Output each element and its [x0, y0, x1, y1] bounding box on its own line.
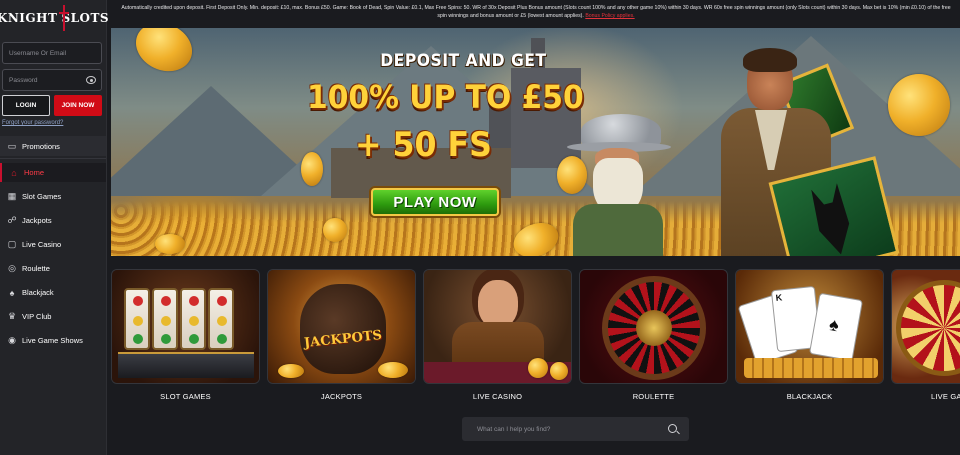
promo-banner[interactable]: DEPOSIT AND GET 100% UP TO £50 + 50 FS P… — [111, 28, 960, 256]
sidebar-divider — [0, 158, 106, 159]
sidebar-item-label: Promotions — [22, 141, 60, 151]
page-root: KNIGHT SLOTS Username Or Email Password … — [0, 0, 960, 455]
gold-coin — [155, 234, 185, 254]
home-icon: ⌂ — [11, 167, 17, 178]
game-show-wheel-art — [892, 270, 960, 383]
trophy-icon: ☍ — [7, 215, 17, 225]
category-label[interactable]: ROULETTE — [579, 392, 728, 401]
eye-icon[interactable] — [86, 76, 96, 84]
search-placeholder: What can I help you find? — [477, 425, 551, 433]
category-label[interactable]: JACKPOTS — [267, 392, 416, 401]
category-tile-slot-games[interactable] — [111, 269, 260, 384]
gift-icon: ▭ — [7, 140, 17, 151]
password-placeholder: Password — [9, 76, 38, 84]
gold-coin — [888, 74, 950, 136]
category-label[interactable]: SLOT GAMES — [111, 392, 260, 401]
sidebar-item-blackjack[interactable]: ♠ Blackjack — [0, 283, 106, 302]
gold-coin — [323, 218, 347, 242]
live-icon: ▢ — [7, 239, 17, 249]
bonus-terms-text: Automatically credited upon deposit. Fir… — [121, 5, 951, 19]
play-now-button[interactable]: PLAY NOW — [371, 188, 499, 216]
logo-text-left: KNIGHT — [0, 11, 58, 25]
login-button[interactable]: LOGIN — [2, 95, 50, 116]
sidebar-item-live-game-shows[interactable]: ◉ Live Game Shows — [0, 331, 106, 350]
roulette-wheel-art — [580, 270, 727, 383]
sidebar-item-vip-club[interactable]: ♛ VIP Club — [0, 307, 106, 326]
banner-headline-top: DEPOSIT AND GET — [380, 51, 547, 71]
username-placeholder: Username Or Email — [9, 49, 67, 57]
cards-icon: ♠ — [9, 287, 15, 298]
sidebar-item-label: Roulette — [22, 264, 50, 273]
dwarf-character — [563, 114, 678, 256]
bonus-policy-link[interactable]: Bonus Policy applies. — [585, 13, 634, 19]
category-label[interactable]: LIVE CASINO — [423, 392, 572, 401]
category-tile-live-game-shows[interactable] — [891, 269, 960, 384]
sidebar-item-roulette[interactable]: ◎ Roulette — [0, 259, 106, 278]
category-tile-jackpots[interactable]: JACKPOTS — [267, 269, 416, 384]
slot-machine-art — [112, 270, 259, 383]
sidebar-item-live-casino[interactable]: ▢ Live Casino — [0, 235, 106, 254]
game-show-icon: ◉ — [8, 335, 16, 345]
sidebar-item-label: Jackpots — [22, 216, 52, 225]
banner-headline-free-spins: + 50 FS — [355, 125, 492, 165]
sidebar-item-label: Blackjack — [22, 288, 54, 297]
sidebar-item-label: VIP Club — [22, 312, 52, 321]
join-now-button[interactable]: JOIN NOW — [54, 95, 102, 116]
gold-coin — [127, 28, 201, 81]
sidebar-item-home[interactable]: ⌂ Home — [0, 163, 106, 182]
roulette-icon: ◎ — [8, 263, 16, 273]
gold-coin — [301, 152, 323, 186]
sidebar-item-label: Slot Games — [22, 192, 62, 201]
sidebar: KNIGHT SLOTS Username Or Email Password … — [0, 0, 109, 455]
search-icon[interactable] — [668, 424, 677, 433]
username-input[interactable]: Username Or Email — [2, 42, 102, 64]
brand-logo[interactable]: KNIGHT SLOTS — [0, 0, 109, 36]
forgot-password-link[interactable]: Forgot your password? — [2, 120, 63, 126]
sidebar-item-label: Live Game Shows — [22, 336, 83, 345]
sidebar-item-slot-games[interactable]: ▦ Slot Games — [0, 187, 106, 206]
live-dealer-art — [424, 270, 571, 383]
category-tile-roulette[interactable] — [579, 269, 728, 384]
slot-machine-icon: ▦ — [7, 191, 17, 201]
jackpot-bag-art: JACKPOTS — [268, 270, 415, 383]
sidebar-item-label: Home — [24, 168, 45, 177]
crown-icon: ♛ — [7, 311, 17, 321]
sidebar-item-promotions[interactable]: ▭ Promotions — [0, 136, 106, 156]
category-label[interactable]: BLACKJACK — [735, 392, 884, 401]
category-label[interactable]: LIVE GAME SHOWS — [891, 392, 960, 401]
blackjack-cards-art — [736, 270, 883, 383]
password-input[interactable]: Password — [2, 69, 102, 91]
sidebar-item-label: Live Casino — [22, 240, 62, 249]
bonus-terms-notice: Automatically credited upon deposit. Fir… — [116, 4, 956, 20]
category-tile-blackjack[interactable] — [735, 269, 884, 384]
banner-headline-offer: 100% UP TO £50 — [307, 78, 584, 116]
sidebar-item-jackpots[interactable]: ☍ Jackpots — [0, 211, 106, 230]
category-tile-live-casino[interactable] — [423, 269, 572, 384]
search-input[interactable]: What can I help you find? — [462, 417, 689, 441]
